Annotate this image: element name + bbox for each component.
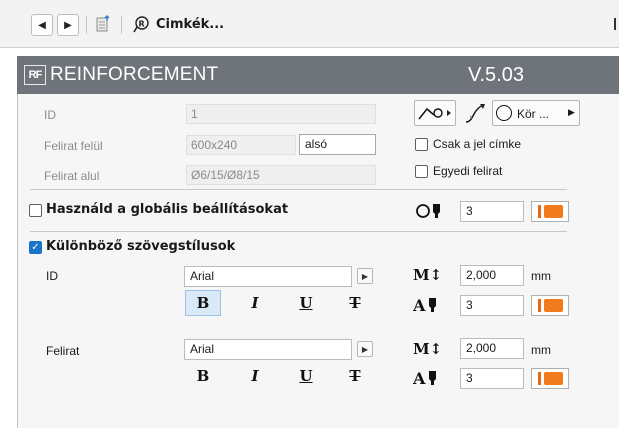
id-style-label: ID bbox=[46, 269, 58, 283]
toolbar-separator bbox=[86, 16, 87, 34]
color-swatch bbox=[543, 205, 563, 218]
id-color-button[interactable] bbox=[531, 295, 569, 316]
use-global-checkbox[interactable] bbox=[29, 204, 42, 217]
global-pen-input[interactable]: 3 bbox=[460, 201, 524, 222]
felirat-bold-button[interactable]: B bbox=[185, 363, 221, 389]
marker-pen-icon bbox=[415, 201, 443, 224]
different-styles-label: Különböző szövegstílusok bbox=[46, 239, 236, 254]
leader-line-icon[interactable] bbox=[462, 100, 488, 129]
different-styles-checkbox[interactable]: ✓ bbox=[29, 241, 42, 254]
id-pen-input[interactable]: 3 bbox=[460, 295, 524, 316]
text-pen-icon: A bbox=[412, 296, 441, 319]
section-divider bbox=[30, 189, 567, 190]
felirat-height-unit: mm bbox=[531, 343, 551, 357]
version-label: V.5.03 bbox=[468, 64, 524, 86]
text-height-icon: M↕ bbox=[413, 340, 443, 358]
chevron-right-icon: ▶ bbox=[361, 344, 369, 354]
global-color-button[interactable] bbox=[531, 201, 569, 222]
svg-text:R: R bbox=[139, 20, 145, 29]
toolbar-edge-mark bbox=[614, 18, 616, 30]
felirat-height-input[interactable]: 2,000 bbox=[460, 338, 524, 359]
triangle-left-icon: ◀ bbox=[38, 19, 46, 31]
id-italic-button[interactable]: I bbox=[237, 290, 273, 316]
id-underline-button[interactable]: U bbox=[288, 290, 324, 316]
color-bar bbox=[537, 299, 541, 312]
id-field: 1 bbox=[186, 104, 376, 124]
text-pen-icon: A bbox=[412, 369, 441, 392]
marker-shape-label: Kör ... bbox=[517, 107, 550, 121]
reinforcement-logo: RF bbox=[24, 65, 46, 85]
use-global-label: Használd a globális beállításokat bbox=[46, 202, 289, 217]
felirat-position-input[interactable]: alsó bbox=[299, 134, 376, 155]
triangle-right-icon: ▶ bbox=[64, 19, 72, 31]
custom-caption-checkbox[interactable] bbox=[415, 165, 428, 178]
id-label: ID bbox=[44, 108, 56, 122]
id-strikethrough-button[interactable]: T bbox=[337, 290, 373, 316]
color-bar bbox=[537, 205, 541, 218]
felirat-font-input[interactable]: Arial bbox=[184, 339, 352, 360]
document-export-icon[interactable] bbox=[96, 15, 112, 36]
svg-text:A: A bbox=[413, 296, 426, 315]
chevron-right-icon: ▶ bbox=[568, 107, 575, 117]
felirat-underline-button[interactable]: U bbox=[288, 363, 324, 389]
marker-shape-dropdown[interactable]: Kör ... ▶ bbox=[492, 100, 580, 126]
felirat-strikethrough-button[interactable]: T bbox=[337, 363, 373, 389]
label-settings-icon: R bbox=[133, 15, 151, 36]
felirat-font-dropdown-button[interactable]: ▶ bbox=[357, 341, 373, 357]
marker-line-picker[interactable] bbox=[414, 100, 456, 126]
toolbar-title: Cimkék... bbox=[156, 17, 225, 32]
forward-button[interactable]: ▶ bbox=[57, 14, 79, 36]
felirat-alul-field: Ø6/15/Ø8/15 bbox=[186, 165, 376, 185]
text-height-icon: M↕ bbox=[413, 266, 443, 284]
felirat-alul-label: Felirat alul bbox=[44, 169, 100, 183]
felirat-italic-button[interactable]: I bbox=[237, 363, 273, 389]
id-height-input[interactable]: 2,000 bbox=[460, 265, 524, 286]
back-button[interactable]: ◀ bbox=[31, 14, 53, 36]
id-bold-button[interactable]: B bbox=[185, 290, 221, 316]
felirat-felul-field: 600x240 bbox=[186, 135, 296, 155]
toolbar-separator bbox=[121, 16, 122, 34]
felirat-felul-label: Felirat felül bbox=[44, 139, 103, 153]
svg-text:A: A bbox=[413, 369, 426, 388]
section-divider bbox=[30, 231, 567, 232]
circle-shape-icon bbox=[496, 105, 512, 121]
felirat-color-button[interactable] bbox=[531, 368, 569, 389]
only-label-text: Csak a jel címke bbox=[433, 137, 522, 151]
only-label-checkbox[interactable] bbox=[415, 138, 428, 151]
chevron-right-icon: ▶ bbox=[361, 271, 369, 281]
top-toolbar bbox=[0, 0, 619, 48]
dialog-title: REINFORCEMENT bbox=[50, 64, 219, 85]
id-height-unit: mm bbox=[531, 269, 551, 283]
color-bar bbox=[537, 372, 541, 385]
id-font-input[interactable]: Arial bbox=[184, 266, 352, 287]
marker-line-icon bbox=[418, 107, 451, 120]
id-font-dropdown-button[interactable]: ▶ bbox=[357, 268, 373, 284]
color-swatch bbox=[543, 299, 563, 312]
felirat-style-label: Felirat bbox=[46, 344, 80, 358]
color-swatch bbox=[543, 372, 563, 385]
felirat-pen-input[interactable]: 3 bbox=[460, 368, 524, 389]
custom-caption-text: Egyedi felirat bbox=[433, 164, 503, 178]
